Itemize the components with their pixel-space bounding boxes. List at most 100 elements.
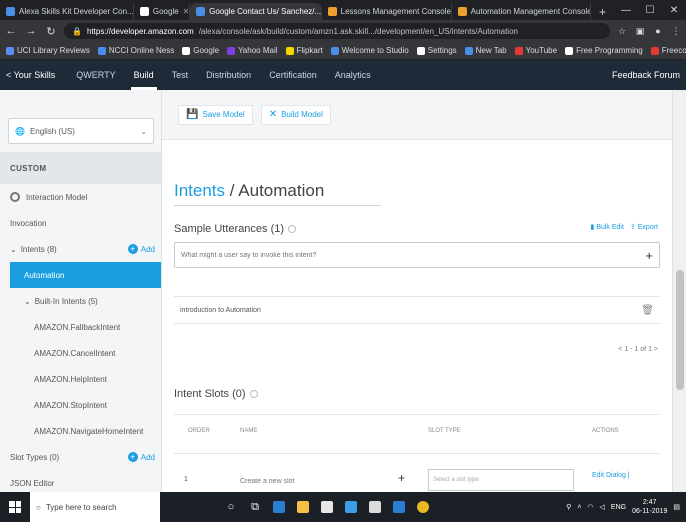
- bookmark-item[interactable]: Welcome to Studio: [330, 46, 409, 55]
- nav-test[interactable]: Test: [163, 60, 198, 90]
- chevron-down-icon: ⌄: [24, 296, 31, 306]
- volume-icon[interactable]: ◁: [600, 503, 605, 511]
- browser-tab-alexa[interactable]: Alexa Skills Kit Developer Con... ✕: [0, 3, 134, 20]
- start-button[interactable]: [0, 492, 30, 522]
- bookmark-favicon-icon: [650, 46, 659, 55]
- build-model-button[interactable]: ✕ Build Model: [260, 104, 331, 125]
- taskbar-search[interactable]: ○ Type here to search: [30, 492, 160, 522]
- info-icon[interactable]: [249, 390, 258, 399]
- bookmark-favicon-icon: [285, 46, 294, 55]
- sidebar-item-navigate-home-intent[interactable]: AMAZON.NavigateHomeIntent: [0, 418, 161, 444]
- utterance-pager[interactable]: < 1 - 1 of 1 >: [618, 346, 658, 353]
- slot-order-number: 1: [184, 476, 188, 483]
- reload-icon[interactable]: ↻: [44, 25, 58, 38]
- language-indicator[interactable]: ENG: [611, 504, 626, 511]
- new-tab-button[interactable]: +: [591, 3, 614, 20]
- url-input[interactable]: 🔒 https://developer.amazon.com/alexa/con…: [64, 23, 610, 39]
- nav-build[interactable]: Build: [125, 60, 163, 90]
- browser-tab-automation[interactable]: Automation Management Console ✕: [452, 3, 591, 20]
- file-explorer-icon[interactable]: [292, 492, 314, 522]
- slot-type-select[interactable]: Select a slot type: [428, 469, 574, 491]
- close-tab-icon[interactable]: ✕: [183, 7, 189, 16]
- sidebar-item-help-intent[interactable]: AMAZON.HelpIntent: [0, 366, 161, 392]
- edge-icon[interactable]: [268, 492, 290, 522]
- profile-icon[interactable]: ●: [652, 26, 664, 36]
- bookmark-item[interactable]: Settings: [416, 46, 457, 55]
- info-icon[interactable]: [288, 225, 297, 234]
- sidebar-item-stop-intent[interactable]: AMAZON.StopIntent: [0, 392, 161, 418]
- notifications-icon[interactable]: ▤: [673, 503, 680, 511]
- sidebar-item-slot-types[interactable]: Slot Types (0) + Add: [0, 444, 161, 470]
- star-icon[interactable]: ☆: [616, 26, 628, 36]
- gear-icon: [10, 192, 20, 202]
- add-slot-icon[interactable]: +: [398, 471, 405, 485]
- bookmark-item[interactable]: Google: [182, 46, 219, 55]
- bookmark-item[interactable]: Flipkart: [285, 46, 323, 55]
- chrome-icon[interactable]: [412, 492, 434, 522]
- feedback-forum-link[interactable]: Feedback Forum: [612, 70, 680, 80]
- clock[interactable]: 2:47 06-11-2019: [632, 498, 667, 516]
- extension-icon[interactable]: ▣: [634, 26, 646, 36]
- photos-icon[interactable]: [364, 492, 386, 522]
- scrollbar-thumb[interactable]: [676, 270, 684, 390]
- custom-section-header: CUSTOM: [0, 152, 161, 184]
- task-view-icon[interactable]: ⧉: [244, 492, 266, 522]
- add-intent-button[interactable]: + Add: [127, 244, 155, 254]
- bookmark-item[interactable]: New Tab: [464, 46, 507, 55]
- sidebar-item-invocation[interactable]: Invocation: [0, 210, 161, 236]
- bulk-edit-link[interactable]: ▮ Bulk Edit: [591, 223, 624, 231]
- utterance-row[interactable]: introduction to Automation 🗑: [174, 296, 660, 324]
- sidebar-item-automation[interactable]: Automation: [10, 262, 161, 288]
- people-icon[interactable]: ⚲: [566, 503, 571, 511]
- browser-tab-contact[interactable]: Google Contact Us/ Sanchez/... ✕: [190, 3, 322, 20]
- bookmark-item[interactable]: UCI Library Reviews: [6, 46, 90, 55]
- nav-skill-name[interactable]: QWERTY: [67, 60, 124, 90]
- page-scrollbar[interactable]: [672, 90, 686, 492]
- sidebar-item-builtin-intents[interactable]: ⌄ Built-In Intents (5): [0, 288, 161, 314]
- nav-distribution[interactable]: Distribution: [197, 60, 260, 90]
- browser-tab-bar: Alexa Skills Kit Developer Con... ✕ Goog…: [0, 0, 686, 20]
- browser-tab-google[interactable]: Google ✕: [134, 3, 191, 20]
- menu-icon[interactable]: ⋮: [670, 26, 682, 36]
- sidebar-item-fallback-intent[interactable]: AMAZON.FallbackIntent: [0, 314, 161, 340]
- close-window-icon[interactable]: ✕: [662, 0, 686, 20]
- vscode-icon[interactable]: [340, 492, 362, 522]
- trash-icon[interactable]: 🗑: [641, 305, 654, 316]
- bookmark-favicon-icon: [330, 46, 339, 55]
- aws-favicon-icon: [327, 7, 337, 16]
- browser-tab-lessons[interactable]: Lessons Management Console ✕: [322, 3, 452, 20]
- bookmark-item[interactable]: Free Programming: [565, 46, 643, 55]
- forward-icon[interactable]: →: [24, 25, 38, 37]
- breadcrumb-intents[interactable]: Intents: [174, 181, 225, 200]
- sidebar-item-json-editor[interactable]: JSON Editor: [0, 470, 161, 492]
- sidebar-item-intents[interactable]: ⌄ Intents (8) + Add: [0, 236, 161, 262]
- bookmark-favicon-icon: [6, 46, 14, 55]
- save-model-button[interactable]: 💾 Save Model: [178, 104, 253, 125]
- export-link[interactable]: ⇪ Export: [630, 223, 658, 231]
- your-skills-link[interactable]: < Your Skills: [6, 70, 55, 80]
- maximize-icon[interactable]: ☐: [638, 0, 662, 20]
- nav-certification[interactable]: Certification: [260, 60, 326, 90]
- add-utterance-icon[interactable]: +: [645, 248, 653, 263]
- back-icon[interactable]: ←: [4, 25, 18, 37]
- slot-name-input[interactable]: [240, 472, 380, 490]
- edit-dialog-link[interactable]: Edit Dialog |: [592, 472, 630, 479]
- bookmark-item[interactable]: YouTube: [514, 46, 557, 55]
- minimize-icon[interactable]: —: [614, 0, 638, 20]
- language-select[interactable]: 🌐 English (US) ⌄: [8, 118, 154, 144]
- sidebar-item-cancel-intent[interactable]: AMAZON.CancelIntent: [0, 340, 161, 366]
- bookmark-item[interactable]: Freecode Compan.: [650, 46, 686, 55]
- sidebar-item-interaction-model[interactable]: Interaction Model: [0, 184, 161, 210]
- address-bar: ← → ↻ 🔒 https://developer.amazon.com/ale…: [0, 20, 686, 42]
- add-slot-type-button[interactable]: + Add: [127, 452, 155, 462]
- mic-icon[interactable]: ○: [220, 492, 242, 522]
- bookmark-item[interactable]: Yahoo Mail: [227, 46, 278, 55]
- bookmark-item[interactable]: NCCI Online Ness: [97, 46, 174, 55]
- mail-icon[interactable]: [388, 492, 410, 522]
- chevron-up-icon[interactable]: ˄: [577, 504, 581, 511]
- nav-analytics[interactable]: Analytics: [326, 60, 380, 90]
- wifi-icon[interactable]: ◠: [587, 503, 593, 511]
- store-icon[interactable]: [316, 492, 338, 522]
- utterance-input[interactable]: [181, 251, 646, 259]
- col-name: NAME: [240, 428, 258, 434]
